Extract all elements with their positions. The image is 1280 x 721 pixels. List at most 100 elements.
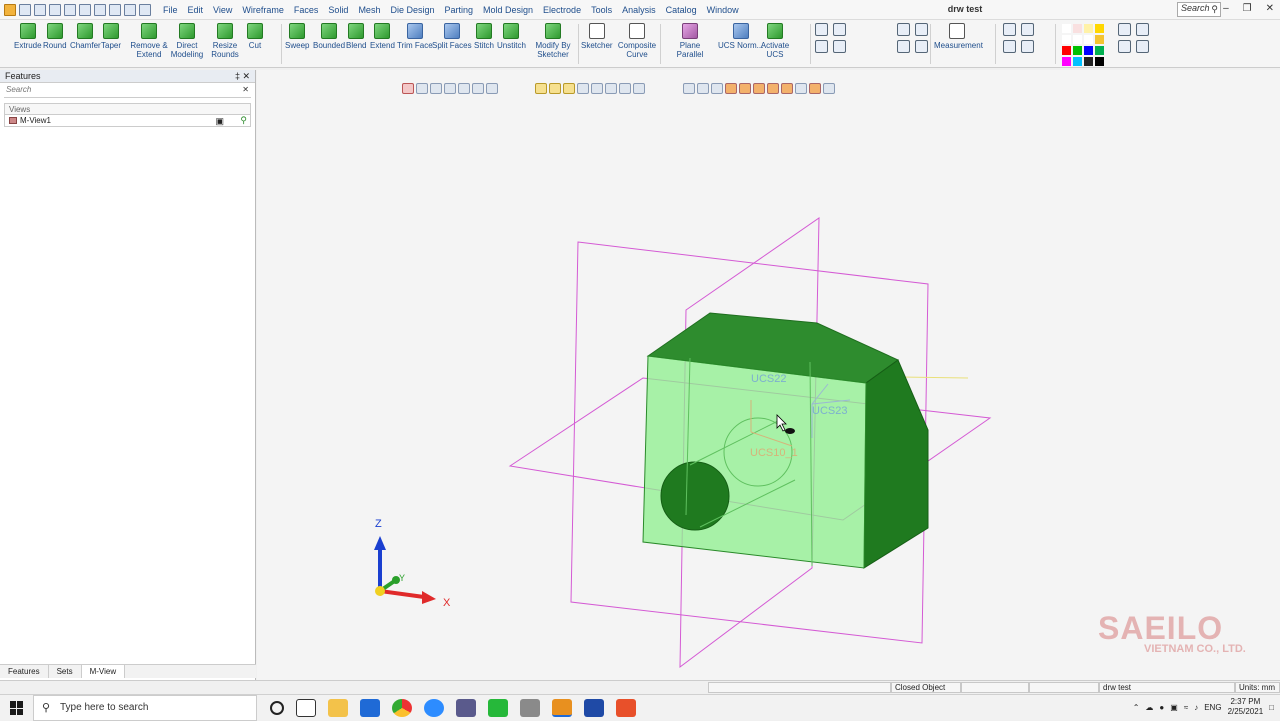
ribbon-split-faces-button[interactable]: Split Faces xyxy=(432,23,472,50)
ribbon-plane-parallel-button[interactable]: Plane Parallel xyxy=(667,23,713,59)
cortana-icon[interactable] xyxy=(270,701,284,715)
layer-list-icon[interactable] xyxy=(1118,23,1131,36)
color-swatch[interactable] xyxy=(1095,35,1104,44)
menu-analysis[interactable]: Analysis xyxy=(622,5,656,15)
ribbon-round-button[interactable]: Round xyxy=(43,23,67,50)
menu-solid[interactable]: Solid xyxy=(328,5,348,15)
print-icon[interactable] xyxy=(49,3,61,16)
ribbon-activate-ucs-button[interactable]: Activate UCS xyxy=(752,23,798,59)
video-app-icon[interactable] xyxy=(584,699,604,717)
open-icon[interactable] xyxy=(34,3,46,16)
close-icon[interactable]: ✕ xyxy=(1266,3,1274,14)
slides-app-icon[interactable] xyxy=(616,699,636,717)
ribbon-bounded-button[interactable]: Bounded xyxy=(313,23,345,50)
copy-icon[interactable] xyxy=(915,23,928,36)
ribbon-stitch-button[interactable]: Stitch xyxy=(474,23,494,50)
color-swatch[interactable] xyxy=(1095,57,1104,66)
undo-icon[interactable] xyxy=(94,3,106,16)
layer-grid-icon[interactable] xyxy=(1136,23,1149,36)
camtasia-icon[interactable] xyxy=(488,699,508,717)
window-icon[interactable] xyxy=(139,3,151,16)
ribbon-sweep-button[interactable]: Sweep xyxy=(285,23,309,50)
color-swatch[interactable] xyxy=(1095,46,1104,55)
color-swatch[interactable] xyxy=(1073,46,1082,55)
taskbar-search-input[interactable]: ⚲ Type here to search xyxy=(33,695,257,721)
menu-tools[interactable]: Tools xyxy=(591,5,612,15)
ribbon-extend-button[interactable]: Extend xyxy=(370,23,395,50)
print-preview-icon[interactable] xyxy=(64,3,76,16)
power-icon[interactable]: ▣ xyxy=(1170,703,1178,712)
color-swatch[interactable] xyxy=(1073,24,1082,33)
color-swatch[interactable] xyxy=(1062,46,1071,55)
menu-edit[interactable]: Edit xyxy=(188,5,204,15)
color-swatch[interactable] xyxy=(1062,57,1071,66)
ribbon-resize-rounds-button[interactable]: Resize Rounds xyxy=(202,23,248,59)
part-hole[interactable] xyxy=(660,461,730,531)
zoom-to-view-icon[interactable]: ⚲ xyxy=(240,115,247,126)
menu-mesh[interactable]: Mesh xyxy=(358,5,380,15)
mic-icon[interactable]: ● xyxy=(1159,703,1164,712)
ucs-label[interactable]: UCS23 xyxy=(812,405,847,417)
settings-app-icon[interactable] xyxy=(520,699,540,717)
reset-view-icon[interactable] xyxy=(915,40,928,53)
save-icon[interactable] xyxy=(19,3,31,16)
ribbon-trim-face-button[interactable]: Trim Face xyxy=(397,23,433,50)
transform-icon[interactable] xyxy=(897,23,910,36)
tray-chevron-icon[interactable]: ⌃ xyxy=(1133,703,1140,712)
mail-icon[interactable] xyxy=(360,699,380,717)
repeat-icon[interactable] xyxy=(124,3,136,16)
tab-m-view[interactable]: M-View xyxy=(81,665,126,678)
panel-controls[interactable]: ‡ ✕ xyxy=(235,70,250,83)
menu-file[interactable]: File xyxy=(163,5,178,15)
color-swatch[interactable] xyxy=(1084,24,1093,33)
tab-features[interactable]: Features xyxy=(0,665,49,678)
zoom-box-icon[interactable] xyxy=(1003,23,1016,36)
ribbon-chamfer-button[interactable]: Chamfer xyxy=(70,23,101,50)
camera-icon[interactable]: ▣ xyxy=(215,116,224,127)
windows-start-icon[interactable] xyxy=(10,701,24,715)
ribbon-taper-button[interactable]: Taper xyxy=(101,23,121,50)
app-search-input[interactable]: Search ⚲ xyxy=(1177,2,1221,17)
minimize-icon[interactable]: – xyxy=(1223,3,1229,14)
menu-window[interactable]: Window xyxy=(707,5,739,15)
redo-icon[interactable] xyxy=(109,3,121,16)
ucs-label[interactable]: UCS22 xyxy=(751,373,786,385)
menu-faces[interactable]: Faces xyxy=(294,5,319,15)
dimension-icon[interactable] xyxy=(833,40,846,53)
ribbon-composite-curve-button[interactable]: Composite Curve xyxy=(614,23,660,59)
app-logo-icon[interactable] xyxy=(4,3,16,16)
volume-icon[interactable]: ♪ xyxy=(1194,703,1198,712)
ribbon-measurement-button[interactable]: Measurement xyxy=(934,23,983,50)
ribbon-extrude-button[interactable]: Extrude xyxy=(14,23,42,50)
color-swatch[interactable] xyxy=(1084,35,1093,44)
file-explorer-icon[interactable] xyxy=(328,699,348,717)
color-swatch[interactable] xyxy=(1095,24,1104,33)
ribbon-cut-button[interactable]: Cut xyxy=(247,23,263,50)
color-swatch[interactable] xyxy=(1073,57,1082,66)
tab-sets[interactable]: Sets xyxy=(49,665,82,678)
pan-icon[interactable] xyxy=(1021,40,1034,53)
zoom-all-icon[interactable] xyxy=(1003,40,1016,53)
zoom-icon[interactable] xyxy=(1021,23,1034,36)
chrome-icon[interactable] xyxy=(392,699,412,717)
graphics-viewport[interactable]: UCS22 UCS23 UCS10_1 Z X Y SAEILO VIETNAM… xyxy=(257,70,1280,680)
color-swatch[interactable] xyxy=(1062,24,1071,33)
language-indicator[interactable]: ENG xyxy=(1204,703,1221,712)
ucs-label[interactable]: UCS10_1 xyxy=(750,447,798,459)
brush-icon[interactable] xyxy=(1136,40,1149,53)
menu-mold-design[interactable]: Mold Design xyxy=(483,5,533,15)
menu-parting[interactable]: Parting xyxy=(444,5,473,15)
filter-icon[interactable] xyxy=(833,23,846,36)
color-swatch[interactable] xyxy=(1062,35,1071,44)
ribbon-modify-by-sketcher-button[interactable]: Modify By Sketcher xyxy=(530,23,576,59)
part-right-face[interactable] xyxy=(863,359,929,569)
text-icon[interactable] xyxy=(815,40,828,53)
pen-icon[interactable] xyxy=(1118,40,1131,53)
model-canvas[interactable]: UCS22 UCS23 UCS10_1 Z X Y xyxy=(257,70,1280,680)
rotate-icon[interactable] xyxy=(897,40,910,53)
view-item[interactable]: M-View1 ▣ ⚲ xyxy=(4,115,251,127)
cloud-icon[interactable]: ☁ xyxy=(1145,703,1153,712)
ribbon-sketcher-button[interactable]: Sketcher xyxy=(581,23,613,50)
menu-electrode[interactable]: Electrode xyxy=(543,5,581,15)
view-icon[interactable] xyxy=(79,3,91,16)
